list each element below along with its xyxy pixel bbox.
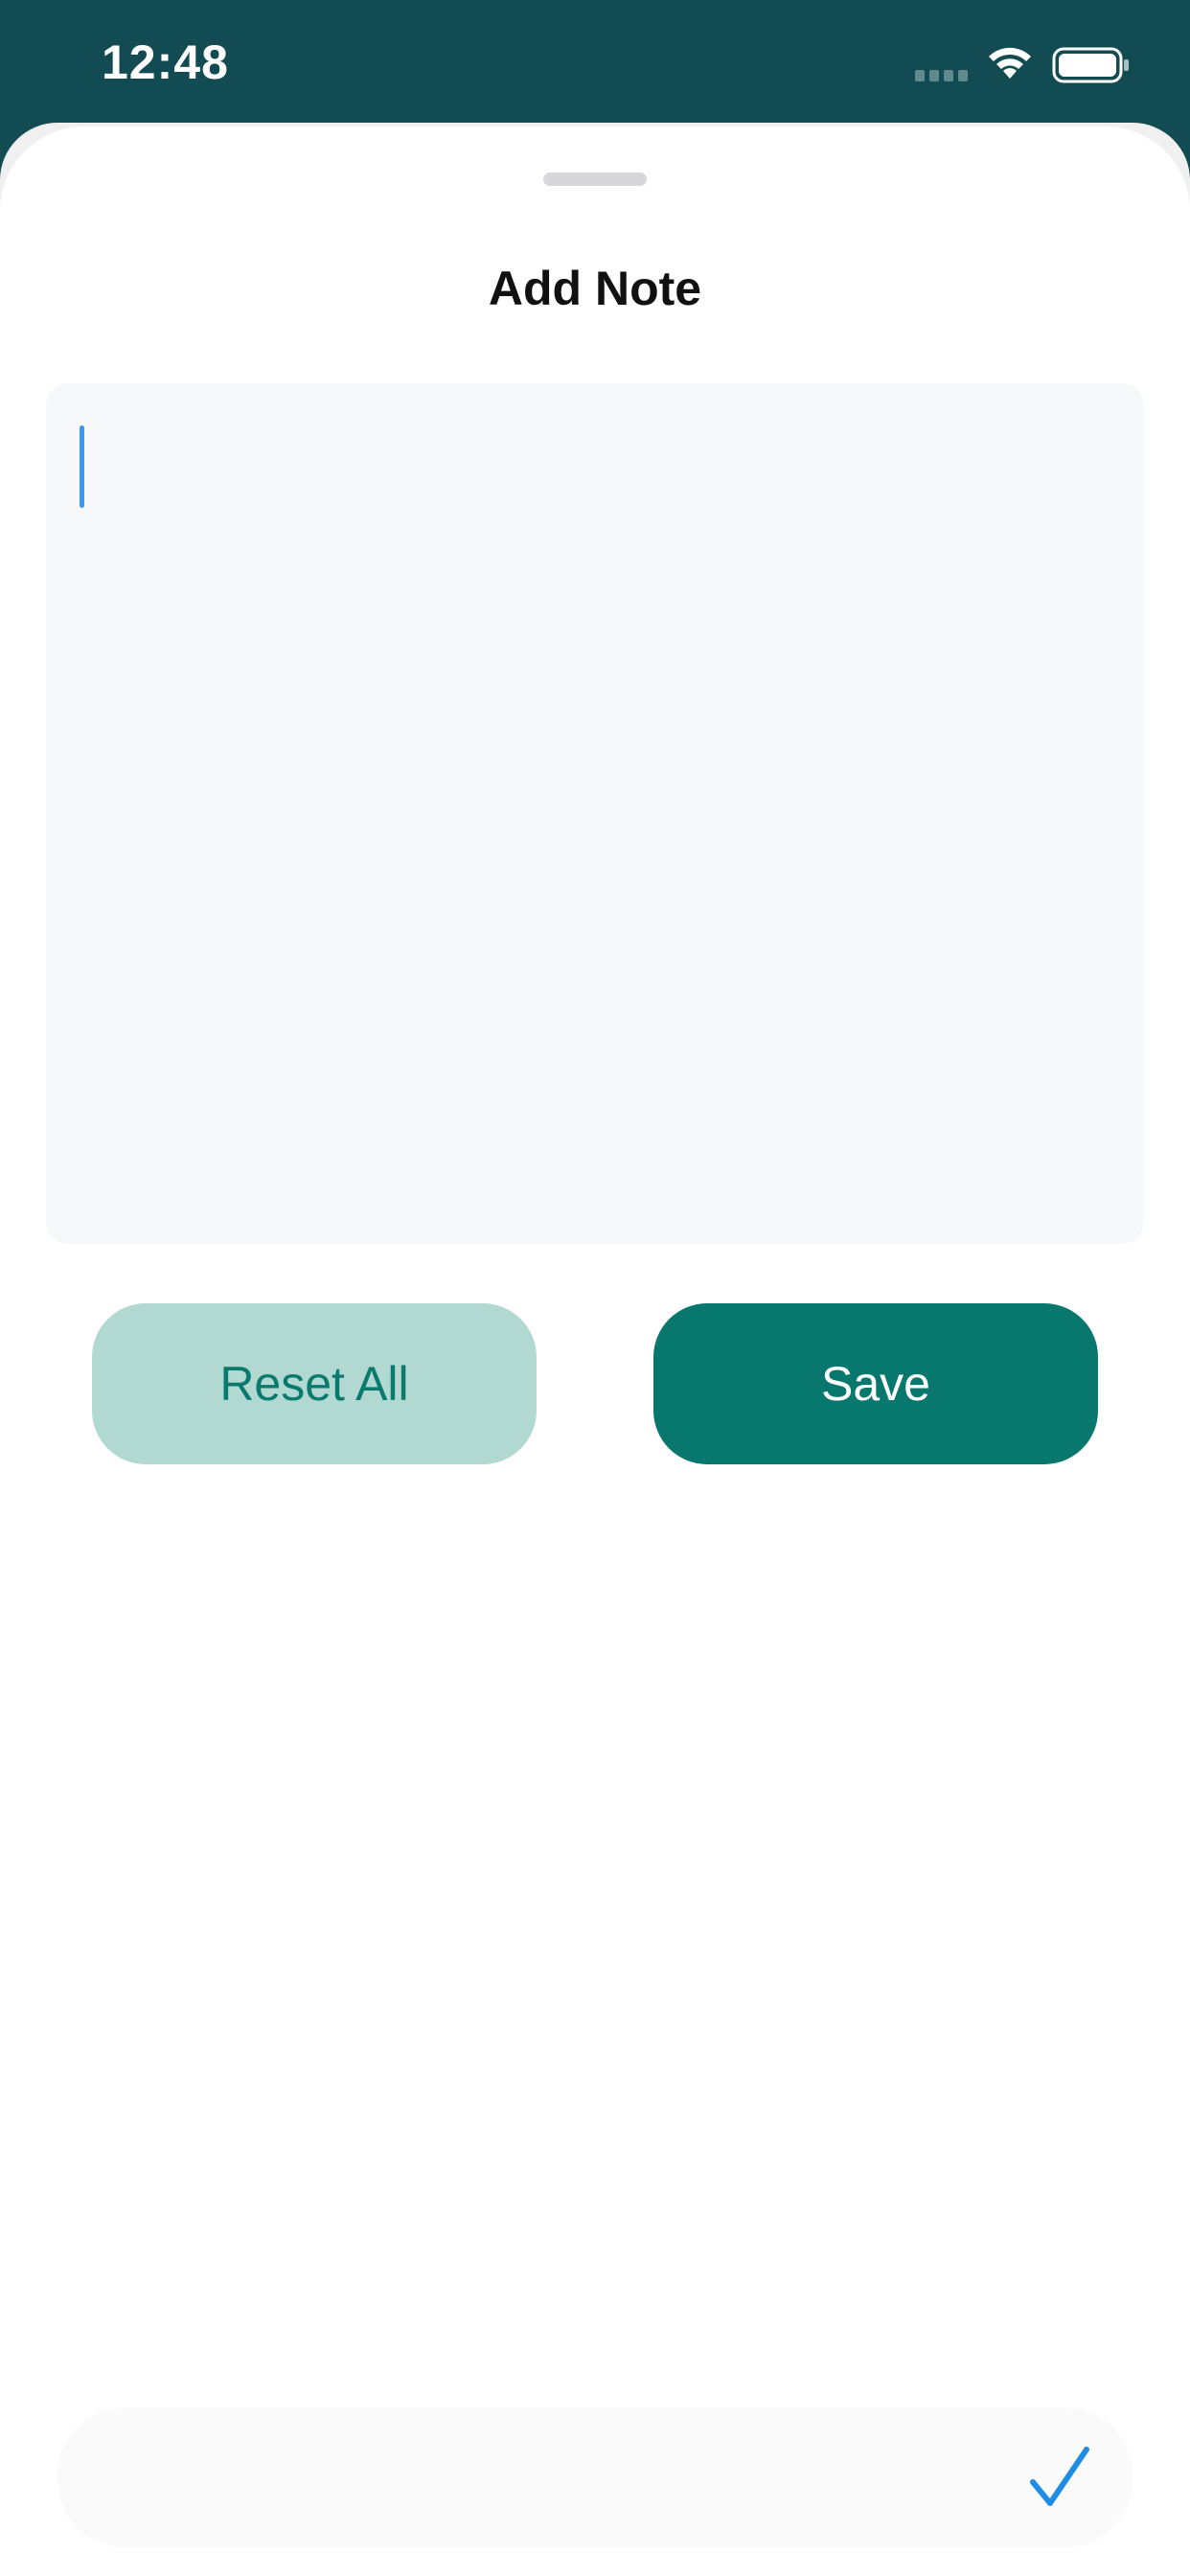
sheet-grabber[interactable] [543,172,647,186]
note-input[interactable] [46,383,1144,1244]
text-caret [80,426,84,508]
reset-all-button[interactable]: Reset All [92,1303,537,1464]
cellular-signal-icon [915,70,968,81]
page-title: Add Note [488,262,702,315]
battery-icon [1052,47,1129,83]
wifi-icon [989,47,1031,79]
status-time: 12:48 [102,35,229,89]
status-bar: 12:48 [0,0,1190,125]
checkmark-icon[interactable] [1029,2446,1090,2509]
keyboard-accessory-bar [57,2407,1133,2547]
save-button[interactable]: Save [653,1303,1098,1464]
